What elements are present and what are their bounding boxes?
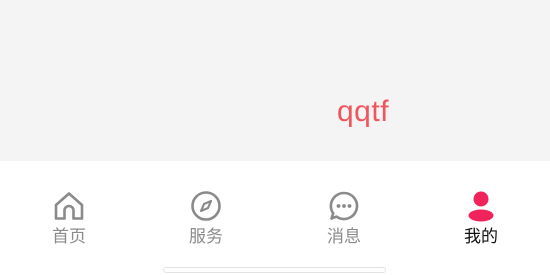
tab-home-label: 首页 (52, 227, 86, 247)
compass-icon (190, 190, 222, 222)
tab-messages[interactable]: 消息 (275, 161, 413, 261)
bottom-tab-bar: 首页 服务 消息 我的 (0, 161, 550, 275)
tab-home[interactable]: 首页 (0, 161, 138, 261)
user-icon (465, 190, 497, 222)
tab-services[interactable]: 服务 (137, 161, 275, 261)
main-content: qqtf (0, 0, 550, 161)
home-icon (53, 190, 85, 222)
tab-mine-label: 我的 (464, 227, 498, 247)
chat-bubble-icon (328, 190, 360, 222)
tab-messages-label: 消息 (327, 227, 361, 247)
tab-mine[interactable]: 我的 (412, 161, 550, 261)
home-indicator[interactable] (163, 267, 386, 273)
content-text: qqtf (337, 95, 390, 128)
app-screen: qqtf 首页 服务 消息 我的 (0, 0, 550, 275)
tab-services-label: 服务 (189, 227, 223, 247)
